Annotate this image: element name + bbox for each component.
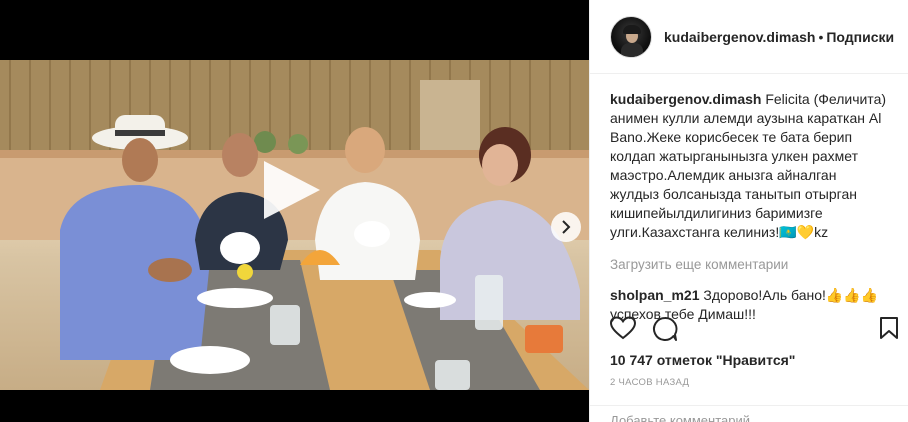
next-media-button[interactable]	[551, 212, 581, 242]
separator-dot: •	[818, 28, 824, 45]
comment-icon[interactable]	[652, 316, 678, 342]
caption-username[interactable]: kudaibergenov.dimash	[610, 91, 761, 107]
video-player[interactable]	[0, 60, 589, 390]
caption-text: Felicita (Феличита) анимен кулли алемди …	[610, 91, 887, 240]
video-frame-illustration	[0, 60, 589, 390]
header-text: kudaibergenov.dimash • Подписки	[664, 29, 894, 45]
header-username[interactable]: kudaibergenov.dimash	[664, 29, 815, 45]
post-header: kudaibergenov.dimash • Подписки	[590, 0, 908, 74]
chevron-right-icon	[562, 220, 571, 234]
comments-section: kudaibergenov.dimash Felicita (Феличита)…	[610, 90, 888, 324]
heart-icon[interactable]	[610, 316, 636, 340]
action-bar	[590, 316, 908, 346]
post-media	[0, 0, 589, 422]
bookmark-icon[interactable]	[879, 316, 899, 340]
play-icon[interactable]	[258, 157, 324, 223]
add-comment-input[interactable]: Добавьте комментарий...	[590, 405, 908, 422]
comment-username[interactable]: sholpan_m21	[610, 287, 699, 303]
follow-button[interactable]: Подписки	[826, 29, 894, 45]
post-details-panel: kudaibergenov.dimash • Подписки kudaiberge…	[589, 0, 908, 422]
load-more-comments-button[interactable]: Загрузить еще комментарии	[610, 255, 888, 274]
post-timestamp[interactable]: 2 ЧАСОВ НАЗАД	[610, 377, 689, 388]
avatar[interactable]	[610, 15, 652, 58]
likes-count[interactable]: 10 747 отметок "Нравится"	[610, 352, 795, 368]
post-caption: kudaibergenov.dimash Felicita (Феличита)…	[610, 90, 888, 242]
